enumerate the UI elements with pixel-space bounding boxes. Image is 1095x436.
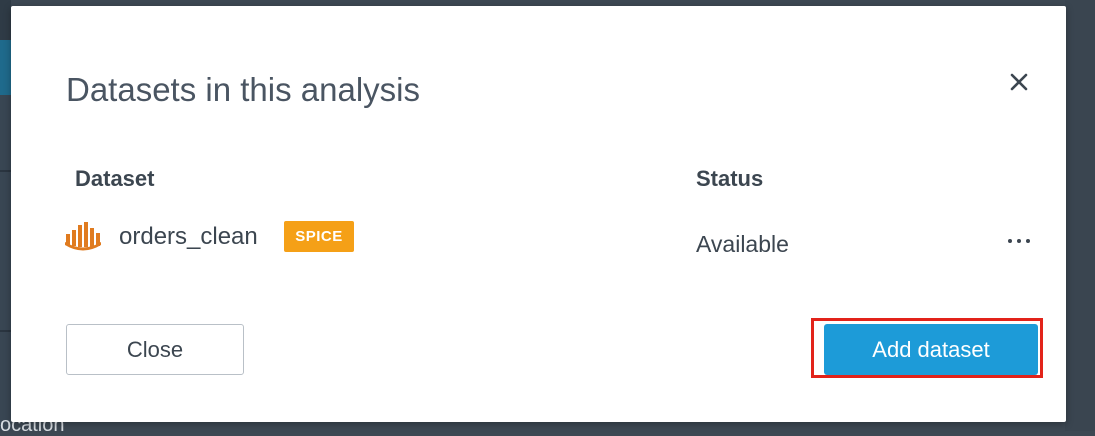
- background-divider: [0, 170, 11, 172]
- datasets-dialog: Datasets in this analysis Dataset Status…: [11, 6, 1066, 422]
- column-header-status: Status: [696, 166, 764, 191]
- column-header-dataset: Dataset: [75, 166, 155, 191]
- close-button[interactable]: Close: [66, 324, 244, 375]
- background-app-panel: [1065, 0, 1095, 431]
- more-options-icon: [1026, 239, 1030, 243]
- dataset-status: Available: [696, 231, 789, 257]
- background-divider: [0, 330, 11, 332]
- spice-badge: SPICE: [284, 221, 354, 252]
- more-options-icon: [1017, 239, 1021, 243]
- close-icon: [1010, 73, 1028, 91]
- dataset-bars-icon: [65, 222, 101, 251]
- dataset-row: orders_clean SPICE Available: [64, 216, 1044, 260]
- dataset-name: orders_clean: [119, 223, 258, 250]
- add-dataset-button[interactable]: Add dataset: [824, 324, 1038, 375]
- background-app-sidebar: [0, 0, 11, 431]
- close-dialog-button[interactable]: [1003, 66, 1035, 98]
- dialog-title: Datasets in this analysis: [66, 71, 420, 108]
- more-options-icon: [1008, 239, 1012, 243]
- more-options-button[interactable]: [999, 226, 1039, 256]
